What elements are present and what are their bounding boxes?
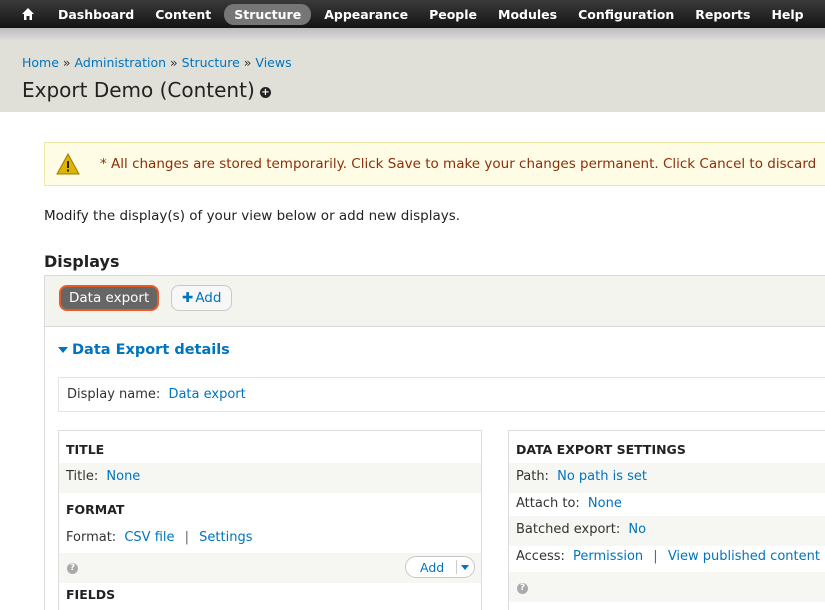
toolbar-item-reports[interactable]: Reports <box>687 4 758 25</box>
help-row-bg <box>509 572 825 602</box>
display-tabs-bar <box>44 275 825 327</box>
access-permission-link[interactable]: View published content <box>668 549 820 564</box>
warning-text: * All changes are stored temporarily. Cl… <box>100 156 817 172</box>
add-shortcut-icon[interactable]: + <box>260 87 271 98</box>
home-icon[interactable] <box>14 0 42 28</box>
toolbar-item-appearance[interactable]: Appearance <box>316 4 416 25</box>
breadcrumb-separator: » <box>170 55 178 70</box>
breadcrumb-separator: » <box>62 55 71 70</box>
add-display-button[interactable]: ✚ Add <box>171 285 233 311</box>
title-section-heading: TITLE <box>66 442 105 457</box>
data-export-settings-heading: DATA EXPORT SETTINGS <box>516 442 686 457</box>
access-separator: | <box>653 549 658 564</box>
path-value-link[interactable]: No path is set <box>557 469 647 484</box>
format-value-link[interactable]: CSV file <box>124 530 174 545</box>
batched-row: Batched export: No <box>516 522 646 537</box>
format-row: Format: CSV file | Settings <box>66 530 253 545</box>
toolbar-item-content[interactable]: Content <box>147 4 219 25</box>
batched-label: Batched export: <box>516 522 621 537</box>
toolbar-item-modules[interactable]: Modules <box>490 4 565 25</box>
warning-message: * All changes are stored temporarily. Cl… <box>44 142 825 186</box>
page-header: Home » Administration » Structure » View… <box>0 40 825 112</box>
attach-value-link[interactable]: None <box>588 496 622 511</box>
help-icon[interactable]: ? <box>67 563 78 574</box>
title-value-link[interactable]: None <box>106 469 140 484</box>
format-section-heading: FORMAT <box>66 502 125 517</box>
toolbar-item-dashboard[interactable]: Dashboard <box>50 4 142 25</box>
format-settings-link[interactable]: Settings <box>199 530 252 545</box>
admin-toolbar: Dashboard Content Structure Appearance P… <box>0 0 825 28</box>
chevron-down-icon[interactable] <box>461 565 469 570</box>
path-label: Path: <box>516 469 549 484</box>
page-title: Export Demo (Content) <box>22 78 255 102</box>
breadcrumb: Home » Administration » Structure » View… <box>22 55 292 70</box>
display-name-link[interactable]: Data export <box>168 387 245 402</box>
access-row: Access: Permission | View published cont… <box>516 549 820 564</box>
format-label: Format: <box>66 530 117 545</box>
dropbutton-divider <box>456 560 457 574</box>
batched-value-link[interactable]: No <box>628 522 646 537</box>
fields-add-label: Add <box>420 560 445 575</box>
breadcrumb-views[interactable]: Views <box>255 55 291 70</box>
intro-text: Modify the display(s) of your view below… <box>44 208 461 224</box>
access-value-link[interactable]: Permission <box>573 549 643 564</box>
warning-icon <box>56 153 80 175</box>
details-toggle-label: Data Export details <box>72 342 230 358</box>
tab-data-export[interactable]: Data export <box>59 285 160 311</box>
format-separator: | <box>184 530 190 545</box>
plus-icon: ✚ <box>182 290 194 306</box>
displays-heading: Displays <box>44 252 120 271</box>
path-row: Path: No path is set <box>516 469 647 484</box>
fields-section-heading: FIELDS <box>66 587 116 602</box>
breadcrumb-structure[interactable]: Structure <box>182 55 240 70</box>
breadcrumb-home[interactable]: Home <box>22 55 59 70</box>
toolbar-item-configuration[interactable]: Configuration <box>570 4 682 25</box>
details-toggle[interactable]: Data Export details <box>58 342 230 358</box>
fields-add-dropbutton[interactable]: Add <box>405 556 475 578</box>
shortcut-bar <box>0 28 825 40</box>
access-label: Access: <box>516 549 565 564</box>
add-display-label: Add <box>195 290 222 306</box>
display-name-row: Display name: Data export <box>58 377 825 412</box>
breadcrumb-administration[interactable]: Administration <box>75 55 166 70</box>
breadcrumb-separator: » <box>243 55 252 70</box>
toolbar-item-help[interactable]: Help <box>763 4 811 25</box>
attach-row: Attach to: None <box>516 496 622 511</box>
toolbar-item-people[interactable]: People <box>421 4 485 25</box>
collapse-triangle-icon <box>58 347 68 353</box>
attach-label: Attach to: <box>516 496 580 511</box>
toolbar-item-structure[interactable]: Structure <box>224 3 312 25</box>
display-name-label: Display name: <box>67 387 161 402</box>
title-row: Title: None <box>66 469 140 484</box>
left-column <box>58 430 482 610</box>
help-icon[interactable]: ? <box>517 583 528 594</box>
title-label: Title: <box>66 469 99 484</box>
